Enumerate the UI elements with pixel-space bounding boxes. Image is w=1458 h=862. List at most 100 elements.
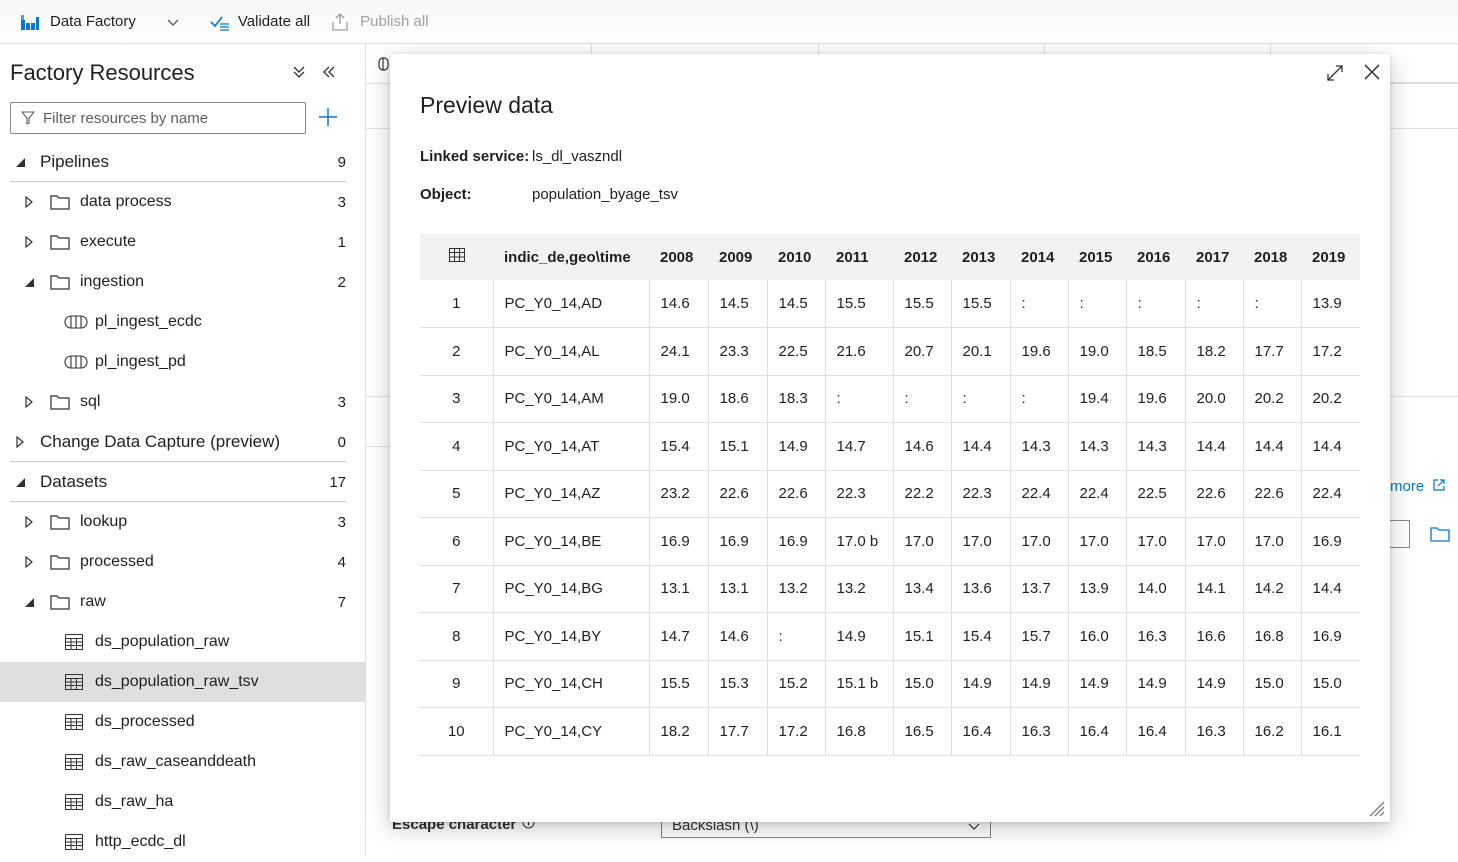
- table-cell: 16.9: [649, 517, 709, 566]
- dataset-table-icon: [65, 794, 83, 810]
- filter-resources-input[interactable]: [10, 102, 306, 134]
- panel-title: Factory Resources: [10, 60, 195, 85]
- table-cell: 14.9: [825, 612, 894, 661]
- learn-more-link[interactable]: more: [1390, 478, 1424, 495]
- table-cell: 22.5: [1126, 470, 1186, 518]
- table-cell: 14.3: [1010, 422, 1069, 471]
- tree-item-label: http_ecdc_dl: [95, 833, 186, 850]
- table-cell: 17.0: [1010, 517, 1069, 566]
- tree-item-label: lookup: [80, 513, 128, 530]
- table-cell: 16.4: [951, 707, 1011, 756]
- table-cell: PC_Y0_14,BG: [493, 565, 650, 613]
- tree-section[interactable]: Datasets 17: [0, 462, 366, 502]
- tree-item-count: 4: [337, 553, 346, 571]
- validate-all-button[interactable]: Validate all: [210, 0, 310, 44]
- divider: [1390, 82, 1458, 83]
- row-number: 5: [420, 470, 494, 518]
- collapsed-triangle-icon[interactable]: [23, 196, 35, 208]
- tree-item[interactable]: ds_raw_caseanddeath: [0, 742, 366, 782]
- close-icon[interactable]: [1363, 63, 1381, 81]
- table-cell: 13.1: [708, 565, 768, 613]
- table-cell: 14.7: [825, 422, 894, 471]
- table-cell: 16.2: [1243, 707, 1302, 756]
- collapsed-triangle-icon[interactable]: [23, 516, 35, 528]
- table-cell: 14.6: [649, 280, 709, 328]
- tree-item[interactable]: ds_raw_ha: [0, 782, 366, 822]
- tree-item-count: 0: [337, 433, 346, 451]
- expanded-triangle-icon[interactable]: [14, 476, 26, 488]
- table-cell: :: [767, 612, 826, 661]
- expanded-triangle-icon[interactable]: [23, 596, 35, 608]
- table-cell: 13.2: [767, 565, 826, 613]
- tree-item[interactable]: pl_ingest_pd: [0, 342, 366, 382]
- tree-folder[interactable]: execute 1: [0, 222, 366, 262]
- dialog-title: Preview data: [420, 92, 553, 118]
- tree-item[interactable]: pl_ingest_ecdc: [0, 302, 366, 342]
- table-cell: 15.5: [649, 660, 709, 708]
- tree-folder[interactable]: lookup 3: [0, 502, 366, 542]
- column-header: 2017: [1185, 234, 1243, 280]
- table-cell: 22.6: [1243, 470, 1302, 518]
- table-cell: 20.0: [1185, 375, 1244, 423]
- table-cell: 15.5: [951, 280, 1011, 328]
- tree-item-label: ds_population_raw: [95, 633, 230, 650]
- tree-item[interactable]: ds_population_raw_tsv: [0, 662, 366, 702]
- factory-icon: [21, 14, 39, 30]
- expanded-triangle-icon[interactable]: [14, 156, 26, 168]
- expand-icon[interactable]: [1326, 64, 1344, 82]
- filter-text-field[interactable]: [43, 109, 293, 127]
- browse-folder-icon[interactable]: [1430, 526, 1450, 542]
- column-header: indic_de,geo\time: [493, 234, 649, 280]
- table-cell: 13.9: [1301, 280, 1360, 328]
- external-link-icon[interactable]: [1432, 478, 1446, 492]
- tree-item[interactable]: ds_processed: [0, 702, 366, 742]
- tree-folder[interactable]: processed 4: [0, 542, 366, 582]
- data-factory-menu[interactable]: Data Factory: [0, 0, 180, 44]
- row-number: 6: [420, 517, 494, 566]
- table-cell: 14.3: [1068, 422, 1127, 471]
- tree-folder[interactable]: ingestion 2: [0, 262, 366, 302]
- folder-icon: [50, 515, 70, 530]
- table-cell: 14.9: [951, 660, 1011, 708]
- tree-section[interactable]: Change Data Capture (preview) 0: [0, 422, 366, 462]
- dataset-table-icon: [65, 754, 83, 770]
- tree-item-label: processed: [80, 553, 154, 570]
- publish-icon: [332, 12, 348, 31]
- tree-item[interactable]: ds_population_raw: [0, 622, 366, 662]
- collapsed-triangle-icon[interactable]: [14, 436, 26, 448]
- validate-icon: [210, 16, 229, 31]
- table-cell: 14.1: [1185, 565, 1244, 613]
- chevron-down-icon[interactable]: [166, 15, 180, 29]
- tree-folder[interactable]: sql 3: [0, 382, 366, 422]
- tab-divider: [591, 44, 592, 54]
- table-cell: 20.7: [893, 327, 952, 376]
- expanded-triangle-icon[interactable]: [23, 276, 35, 288]
- collapsed-triangle-icon[interactable]: [23, 396, 35, 408]
- divider: [1390, 128, 1458, 129]
- table-cell: PC_Y0_14,CH: [493, 660, 650, 708]
- tree-folder[interactable]: data process 3: [0, 182, 366, 222]
- table-cell: 15.4: [649, 422, 709, 471]
- table-cell: 22.4: [1301, 470, 1360, 518]
- table-cell: 15.4: [951, 612, 1011, 661]
- tree-item-count: 2: [337, 273, 346, 291]
- table-cell: 15.0: [1301, 660, 1360, 708]
- collapse-all-icon[interactable]: [291, 64, 307, 80]
- resize-handle-icon[interactable]: [1368, 800, 1386, 818]
- tree-item-label: ingestion: [80, 273, 145, 290]
- table-cell: PC_Y0_14,CY: [493, 707, 650, 756]
- double-chevron-left-icon[interactable]: [321, 64, 337, 80]
- collapsed-triangle-icon[interactable]: [23, 236, 35, 248]
- tree-item-count: 9: [337, 153, 346, 171]
- row-number: 1: [420, 280, 494, 328]
- tree-folder[interactable]: raw 7: [0, 582, 366, 622]
- publish-all-button[interactable]: Publish all: [332, 0, 429, 44]
- table-cell: :: [1185, 280, 1244, 328]
- table-cell: 13.4: [893, 565, 952, 613]
- table-cell: 14.3: [1126, 422, 1186, 471]
- collapsed-triangle-icon[interactable]: [23, 556, 35, 568]
- tree-item[interactable]: http_ecdc_dl: [0, 822, 366, 862]
- column-header: 2014: [1010, 234, 1068, 280]
- tree-section[interactable]: Pipelines 9: [0, 142, 366, 182]
- add-resource-icon[interactable]: [318, 107, 338, 127]
